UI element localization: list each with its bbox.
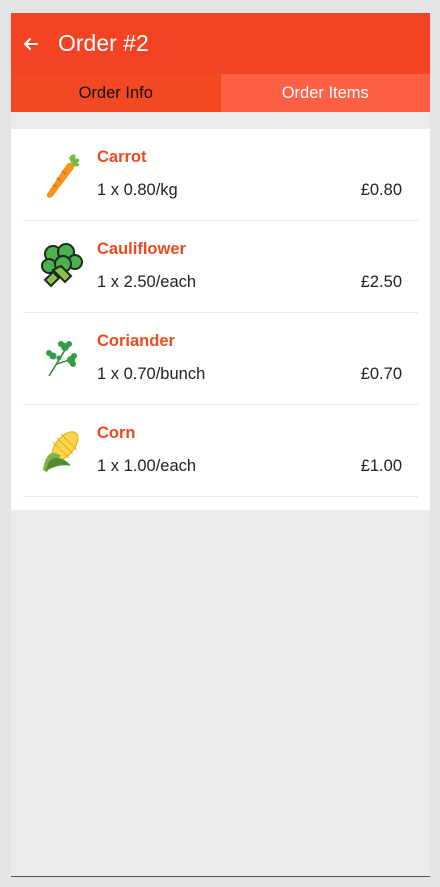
app-screen: Order #2 Order Info Order Items Carrot 1…	[11, 13, 430, 876]
order-items-list: Carrot 1 x 0.80/kg £0.80 Cauliflower 1 x…	[11, 129, 430, 510]
app-bar: Order #2	[11, 13, 430, 74]
item-name: Corn	[97, 424, 136, 442]
list-item[interactable]: Cauliflower 1 x 2.50/each £2.50	[23, 221, 418, 313]
item-name: Carrot	[97, 148, 147, 166]
herb-icon	[39, 334, 83, 382]
item-quantity: 1 x 0.80/kg	[97, 181, 178, 199]
carrot-icon	[39, 150, 83, 198]
item-price: £0.70	[360, 365, 402, 383]
corn-icon	[39, 426, 83, 474]
item-quantity: 1 x 2.50/each	[97, 273, 197, 291]
tab-bar: Order Info Order Items	[11, 74, 430, 112]
item-price: £2.50	[360, 273, 402, 291]
divider	[11, 876, 430, 877]
item-quantity: 1 x 1.00/each	[97, 457, 197, 475]
item-price: £0.80	[360, 181, 402, 199]
spacer	[11, 112, 430, 129]
list-item[interactable]: Coriander 1 x 0.70/bunch £0.70	[23, 313, 418, 405]
tab-order-info[interactable]: Order Info	[11, 74, 221, 112]
back-arrow-icon[interactable]	[24, 37, 38, 51]
list-item[interactable]: Carrot 1 x 0.80/kg £0.80	[23, 129, 418, 221]
item-name: Coriander	[97, 332, 175, 350]
broccoli-icon	[39, 242, 83, 290]
item-quantity: 1 x 0.70/bunch	[97, 365, 206, 383]
page-title: Order #2	[58, 30, 149, 56]
tab-order-items[interactable]: Order Items	[220, 74, 430, 112]
item-name: Cauliflower	[97, 240, 186, 258]
item-price: £1.00	[360, 457, 402, 475]
list-item[interactable]: Corn 1 x 1.00/each £1.00	[23, 405, 418, 497]
